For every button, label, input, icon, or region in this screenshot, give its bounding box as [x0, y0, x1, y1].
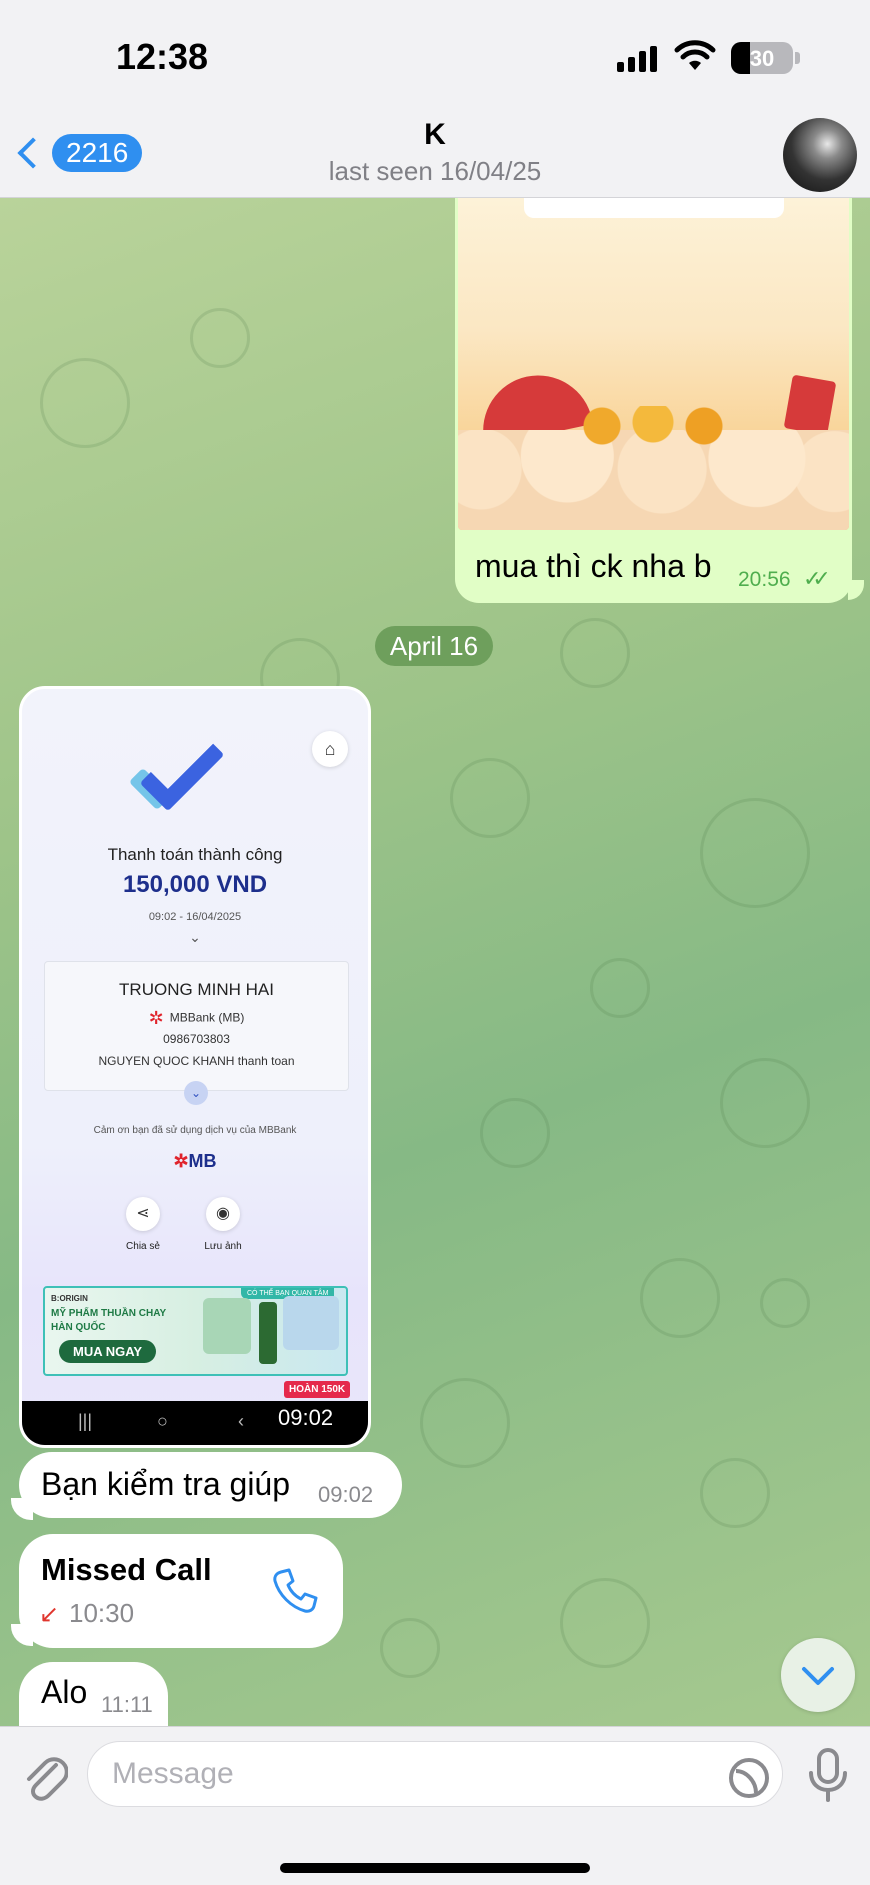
- outgoing-photo-message[interactable]: mua thì ck nha b 20:56 ✓✓: [455, 198, 852, 603]
- message-composer: Message: [0, 1726, 870, 1885]
- product-image: [283, 1296, 339, 1350]
- share-icon: ⋖: [126, 1197, 160, 1231]
- mb-star-icon: ✲: [173, 1151, 189, 1171]
- share-action: ⋖ Chia sẻ: [108, 1197, 178, 1252]
- status-time: 12:38: [116, 36, 209, 77]
- message-text: Bạn kiểm tra giúp: [41, 1466, 291, 1502]
- receipt-amount: 150,000 VND: [122, 871, 268, 898]
- thanks-text: Cảm ơn bạn đã sử dụng dịch vụ của MBBank: [93, 1125, 297, 1136]
- incoming-photo-message[interactable]: ⌂ Thanh toán thành công 150,000 VND 09:0…: [19, 686, 371, 1448]
- contact-name: K: [424, 118, 446, 151]
- message-time: 11:11: [101, 1692, 153, 1717]
- incoming-message[interactable]: Bạn kiểm tra giúp 09:02: [19, 1452, 402, 1518]
- message-text: Alo: [41, 1674, 88, 1710]
- double-check-icon: ✓✓: [803, 566, 831, 591]
- home-icon: ⌂: [312, 731, 348, 767]
- recipient-card: TRUONG MINH HAI ✲ MBBank (MB) 0986703803 …: [44, 961, 349, 1091]
- banner-brand: B:ORIGIN: [51, 1294, 88, 1303]
- receipt-datetime: 09:02 - 16/04/2025: [148, 911, 242, 923]
- recipient-name: TRUONG MINH HAI: [119, 980, 274, 999]
- message-time: 09:02: [278, 1405, 334, 1430]
- share-label: Chia sẻ: [126, 1241, 160, 1252]
- camera-icon: ◉: [206, 1197, 240, 1231]
- recents-icon: |||: [78, 1411, 93, 1431]
- message-photo[interactable]: [458, 198, 849, 530]
- chevron-down-icon: ⌄: [189, 929, 201, 945]
- back-icon: ‹: [238, 1411, 244, 1431]
- photo-envelope-shape: [783, 374, 837, 436]
- transfer-memo: NGUYEN QUOC KHANH thanh toan: [98, 1054, 295, 1068]
- message-time: 20:56: [738, 568, 791, 591]
- message-text: mua thì ck nha b: [475, 548, 712, 584]
- message-time: 09:02: [318, 1482, 374, 1507]
- message-input[interactable]: Message: [87, 1741, 783, 1807]
- ad-banner: B:ORIGIN CÓ THỂ BẠN QUAN TÂM MỸ PHẨM THU…: [43, 1286, 348, 1376]
- chat-title[interactable]: K last seen 16/04/25: [0, 118, 870, 187]
- missed-call-time: 10:30: [69, 1598, 135, 1628]
- avatar[interactable]: [783, 118, 857, 192]
- product-image: [203, 1298, 251, 1354]
- battery-percent: 30: [749, 46, 775, 71]
- bank-name: MBBank (MB): [169, 1010, 245, 1025]
- expand-chevron-icon: ⌄: [184, 1081, 208, 1105]
- refund-tag: HOÀN 150K: [284, 1381, 351, 1398]
- mb-logo: ✲MB: [22, 1151, 368, 1172]
- battery-tip: [795, 52, 800, 64]
- wifi-icon: [674, 40, 716, 70]
- photo-card-shape: [524, 198, 784, 218]
- home-circle-icon: ○: [157, 1411, 168, 1431]
- recipient-account: 0986703803: [163, 1032, 230, 1046]
- missed-call-title: Missed Call: [41, 1552, 212, 1587]
- microphone-icon[interactable]: [806, 1747, 850, 1803]
- chevron-down-icon: [802, 1667, 834, 1685]
- photo-gold-shape: [568, 406, 738, 446]
- incoming-message[interactable]: Alo 11:11: [19, 1662, 168, 1726]
- mb-logo-text: MB: [188, 1151, 217, 1171]
- status-bar: 12:38 30: [0, 0, 870, 110]
- cellular-signal-icon: [617, 46, 657, 72]
- scroll-to-bottom-button[interactable]: [781, 1638, 855, 1712]
- battery-icon: 30: [731, 42, 793, 74]
- missed-call-message[interactable]: Missed Call ↙ 10:30: [19, 1534, 343, 1648]
- phone-icon[interactable]: [271, 1566, 319, 1614]
- mb-star-icon: ✲: [148, 1008, 164, 1028]
- receipt-status: Thanh toán thành công: [107, 845, 283, 864]
- banner-headline-1: MỸ PHẨM THUẦN CHAY: [51, 1308, 167, 1319]
- save-image-action: ◉ Lưu ảnh: [188, 1197, 258, 1252]
- last-seen-status: last seen 16/04/25: [328, 156, 542, 186]
- save-image-label: Lưu ảnh: [204, 1241, 242, 1252]
- chat-header: 2216 K last seen 16/04/25: [0, 110, 870, 198]
- banner-headline-2: HÀN QUỐC: [51, 1322, 106, 1333]
- missed-call-arrow-icon: ↙: [39, 1601, 60, 1628]
- sticker-icon[interactable]: [728, 1757, 770, 1799]
- recipient-bank: ✲ MBBank (MB): [45, 1008, 348, 1029]
- date-separator: April 16: [375, 626, 493, 666]
- paperclip-icon[interactable]: [22, 1751, 68, 1801]
- banner-cta: MUA NGAY: [59, 1340, 157, 1363]
- home-indicator: [280, 1863, 590, 1873]
- product-image: [259, 1302, 277, 1364]
